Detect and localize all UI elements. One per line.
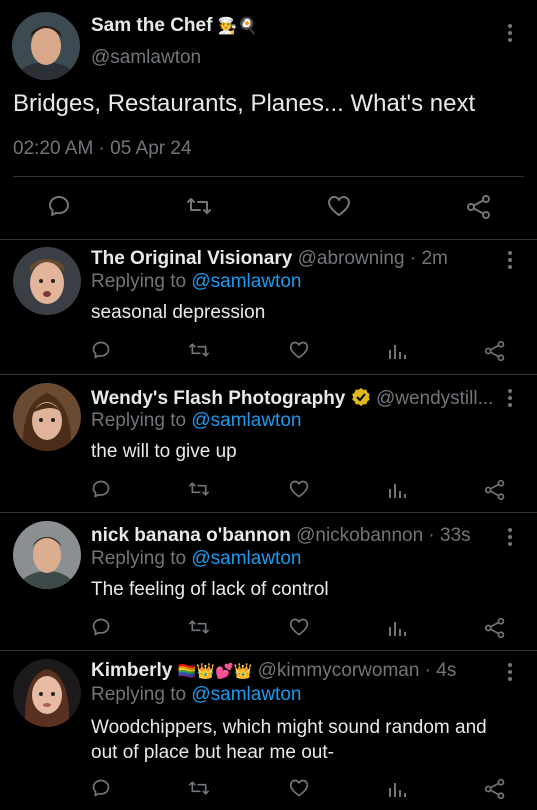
retweet-icon[interactable] (186, 194, 212, 218)
like-icon[interactable] (288, 340, 310, 360)
divider (0, 650, 537, 651)
retweet-icon[interactable] (188, 479, 210, 499)
reply-handle-time[interactable]: @kimmycorwoman · 4s (258, 660, 457, 681)
reply-handle-time[interactable]: @abrowning · 2m (298, 248, 448, 269)
retweet-icon[interactable] (188, 617, 210, 637)
analytics-icon[interactable] (387, 618, 407, 638)
replying-to: Replying to @samlawton (91, 684, 301, 706)
replying-to-handle[interactable]: @samlawton (191, 410, 301, 431)
replying-to: Replying to @samlawton (91, 410, 301, 432)
reply-text: the will to give up (91, 441, 237, 462)
reply-icon[interactable] (91, 617, 111, 637)
reply-header: nick banana o'bannon @nickobannon · 33s (91, 525, 471, 547)
reply-text-line: Woodchippers, which might sound random a… (91, 717, 487, 738)
name-emoji: 🏳️‍🌈👑💕👑 (177, 663, 253, 680)
analytics-icon[interactable] (387, 341, 407, 361)
share-icon[interactable] (484, 340, 506, 362)
author-handle[interactable]: @samlawton (91, 47, 201, 69)
like-icon[interactable] (288, 479, 310, 499)
replying-to-label: Replying to (91, 410, 187, 431)
more-options-icon[interactable] (507, 24, 513, 45)
reply-icon[interactable] (91, 340, 111, 360)
reply-header: The Original Visionary @abrowning · 2m (91, 248, 448, 270)
divider (0, 374, 537, 375)
reply-text: The feeling of lack of control (91, 579, 329, 600)
like-icon[interactable] (326, 194, 352, 218)
reply-handle-time[interactable]: @nickobannon · 33s (296, 525, 471, 546)
reply-icon[interactable] (91, 479, 111, 499)
reply-icon[interactable] (91, 778, 111, 798)
reply-text-line: out of place but hear me out- (91, 742, 334, 763)
avatar[interactable] (13, 383, 81, 451)
avatar[interactable] (12, 12, 80, 80)
analytics-icon[interactable] (387, 779, 407, 799)
divider (0, 512, 537, 513)
retweet-icon[interactable] (188, 340, 210, 360)
author-name-row: Sam the Chef 🧑‍🍳🍳 (91, 15, 258, 37)
share-icon[interactable] (484, 778, 506, 800)
more-options-icon[interactable] (507, 389, 513, 410)
divider (0, 239, 537, 240)
reply-handle-time[interactable]: @wendystill... (376, 388, 494, 409)
reply-author-name[interactable]: nick banana o'bannon (91, 525, 291, 546)
more-options-icon[interactable] (507, 251, 513, 272)
reply-author-name[interactable]: Wendy's Flash Photography (91, 388, 345, 409)
replying-to: Replying to @samlawton (91, 548, 301, 570)
reply-text: seasonal depression (91, 302, 266, 323)
avatar[interactable] (13, 521, 81, 589)
verified-badge-icon (351, 387, 371, 413)
replying-to-label: Replying to (91, 271, 187, 292)
reply-icon[interactable] (47, 194, 71, 218)
avatar[interactable] (13, 659, 81, 727)
divider (13, 176, 524, 177)
share-icon[interactable] (484, 617, 506, 639)
retweet-icon[interactable] (188, 778, 210, 798)
reply-text: Woodchippers, which might sound random a… (91, 715, 487, 765)
replying-to-handle[interactable]: @samlawton (191, 684, 301, 705)
author-name[interactable]: Sam the Chef (91, 15, 212, 36)
author-emoji: 🧑‍🍳🍳 (217, 18, 258, 35)
more-options-icon[interactable] (507, 528, 513, 549)
share-icon[interactable] (466, 194, 492, 220)
tweet-text: Bridges, Restaurants, Planes... What's n… (13, 90, 476, 117)
reply-header: Kimberly 🏳️‍🌈👑💕👑 @kimmycorwoman · 4s (91, 660, 456, 682)
tweet-timestamp[interactable]: 02:20 AM · 05 Apr 24 (13, 138, 192, 160)
replying-to-label: Replying to (91, 684, 187, 705)
replying-to-label: Replying to (91, 548, 187, 569)
like-icon[interactable] (288, 778, 310, 798)
like-icon[interactable] (288, 617, 310, 637)
reply-author-name[interactable]: The Original Visionary (91, 248, 292, 269)
reply-author-name[interactable]: Kimberly (91, 660, 172, 681)
replying-to-handle[interactable]: @samlawton (191, 271, 301, 292)
more-options-icon[interactable] (507, 663, 513, 684)
replying-to-handle[interactable]: @samlawton (191, 548, 301, 569)
avatar[interactable] (13, 247, 81, 315)
replying-to: Replying to @samlawton (91, 271, 301, 293)
analytics-icon[interactable] (387, 480, 407, 500)
share-icon[interactable] (484, 479, 506, 501)
